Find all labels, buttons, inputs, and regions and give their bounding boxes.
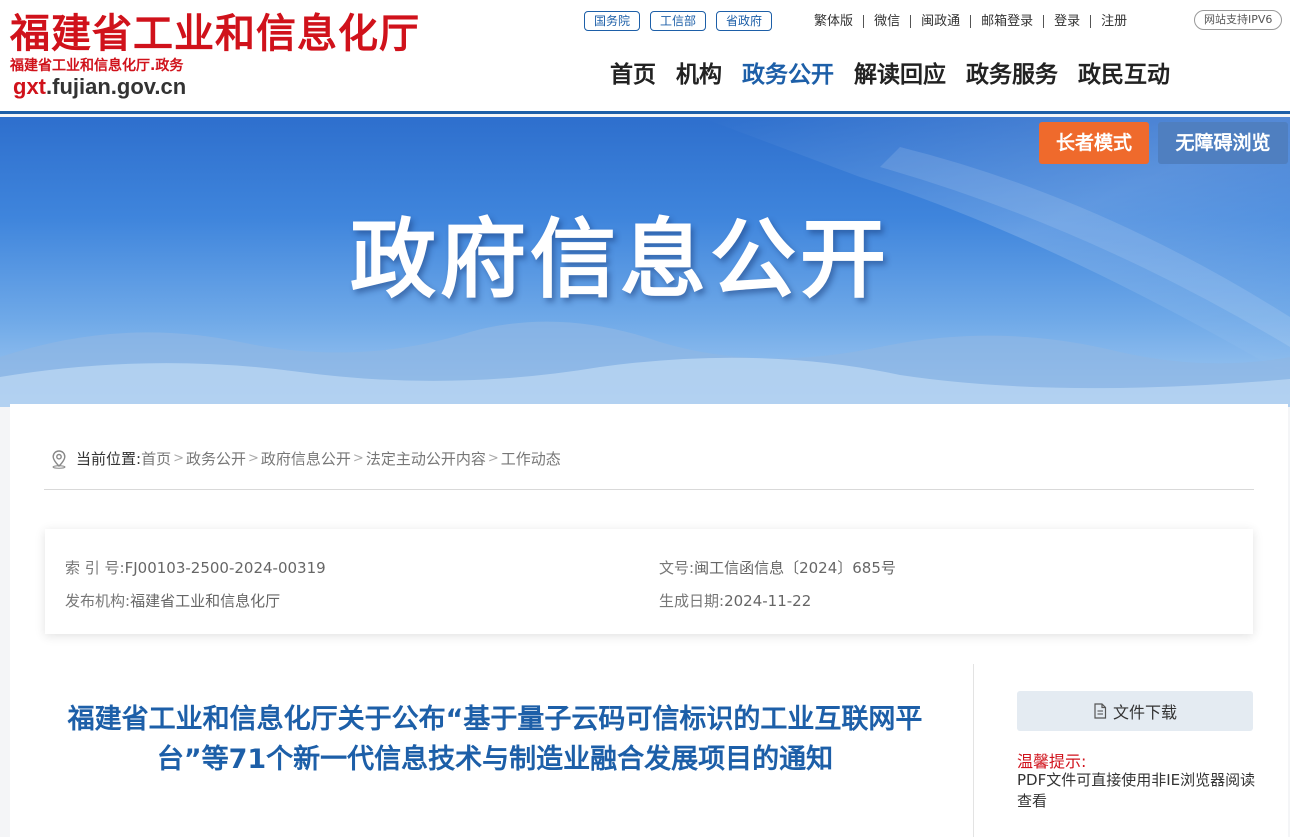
link-minzhengtong[interactable]: 闽政通 <box>911 14 972 28</box>
meta-date-value: 2024-11-22 <box>724 592 812 610</box>
breadcrumb-separator: > <box>173 451 184 466</box>
logo-domain: gxt.fujian.gov.cn <box>13 74 420 100</box>
file-download-label: 文件下载 <box>1112 703 1177 722</box>
document-meta-box: 索 引 号:FJ00103-2500-2024-00319 文号:闽工信函信息〔… <box>45 529 1253 634</box>
logo-domain-prefix: gxt <box>13 74 46 99</box>
meta-index-label: 索 引 号: <box>65 559 125 577</box>
meta-date: 生成日期:2024-11-22 <box>659 590 811 611</box>
breadcrumb-home[interactable]: 首页 <box>141 448 171 469</box>
banner-title: 政府信息公开 <box>350 210 890 310</box>
meta-doc-label: 文号: <box>659 559 695 577</box>
link-wechat[interactable]: 微信 <box>864 14 912 28</box>
site-header: 福建省工业和信息化厅 福建省工业和信息化厅.政务 gxt.fujian.gov.… <box>0 0 1290 114</box>
breadcrumb-government-affairs[interactable]: 政务公开 <box>186 448 246 469</box>
nav-interaction[interactable]: 政民互动 <box>1078 58 1170 92</box>
tip-text: PDF文件可直接使用非IE浏览器阅读查看 <box>1017 771 1256 810</box>
breadcrumb-label: 当前位置: <box>76 450 142 468</box>
link-traditional-chinese[interactable]: 繁体版 <box>804 14 865 28</box>
nav-home[interactable]: 首页 <box>610 58 656 92</box>
column-divider <box>973 664 974 837</box>
meta-publisher-value: 福建省工业和信息化厅 <box>130 592 281 610</box>
site-logo[interactable]: 福建省工业和信息化厅 福建省工业和信息化厅.政务 gxt.fujian.gov.… <box>10 10 420 100</box>
nav-services[interactable]: 政务服务 <box>966 58 1058 92</box>
logo-domain-rest: .fujian.gov.cn <box>46 74 187 99</box>
ipv6-badge: 网站支持IPV6 <box>1194 10 1283 30</box>
banner: 政府信息公开 长者模式 无障碍浏览 <box>0 117 1290 407</box>
nav-organization[interactable]: 机构 <box>676 58 722 92</box>
accessibility-button[interactable]: 无障碍浏览 <box>1158 122 1288 164</box>
meta-publisher: 发布机构:福建省工业和信息化厅 <box>65 590 280 611</box>
breadcrumb-info-disclosure[interactable]: 政府信息公开 <box>261 448 351 469</box>
logo-subtitle: 福建省工业和信息化厅.政务 <box>10 58 184 74</box>
nav-government-affairs[interactable]: 政务公开 <box>742 58 834 92</box>
meta-index: 索 引 号:FJ00103-2500-2024-00319 <box>65 557 326 578</box>
meta-date-label: 生成日期: <box>659 592 725 610</box>
link-state-council[interactable]: 国务院 <box>584 11 641 31</box>
tip-title: 温馨提示: <box>1017 752 1087 771</box>
breadcrumb-work-news[interactable]: 工作动态 <box>501 448 561 469</box>
content-panel: 当前位置: 首页 > 政务公开 > 政府信息公开 > 法定主动公开内容 > 工作… <box>10 404 1288 837</box>
article-title: 福建省工业和信息化厅关于公布“基于量子云码可信标识的工业互联网平台”等71个新一… <box>67 704 923 775</box>
meta-doc-value: 闽工信函信息〔2024〕685号 <box>694 559 896 577</box>
document-icon <box>1094 703 1107 719</box>
meta-index-value: FJ00103-2500-2024-00319 <box>124 559 326 577</box>
link-mail-login[interactable]: 邮箱登录 <box>971 14 1045 28</box>
file-download-button[interactable]: 文件下载 <box>1017 691 1253 731</box>
breadcrumb-separator: > <box>248 451 259 466</box>
breadcrumb-divider <box>44 489 1254 490</box>
breadcrumb-separator: > <box>352 451 364 466</box>
main-nav: 首页 机构 政务公开 解读回应 政务服务 政民互动 <box>600 58 1180 92</box>
breadcrumb-separator: > <box>487 451 499 466</box>
link-register[interactable]: 注册 <box>1091 15 1137 28</box>
link-province-gov[interactable]: 省政府 <box>716 11 773 31</box>
top-links-bar: 国务院 工信部 省政府 繁体版 微信 闽政通 邮箱登录 登录 注册 <box>584 10 1137 32</box>
logo-title: 福建省工业和信息化厅 <box>10 10 420 57</box>
nav-interpretation[interactable]: 解读回应 <box>854 58 946 92</box>
breadcrumb-statutory-content[interactable]: 法定主动公开内容 <box>366 448 486 469</box>
location-icon <box>52 449 66 469</box>
utility-links: 繁体版 微信 闽政通 邮箱登录 登录 注册 <box>804 14 1137 28</box>
meta-publisher-label: 发布机构: <box>65 592 131 610</box>
meta-doc-number: 文号:闽工信函信息〔2024〕685号 <box>659 557 896 578</box>
elder-mode-button[interactable]: 长者模式 <box>1039 122 1149 164</box>
breadcrumb: 当前位置: 首页 > 政务公开 > 政府信息公开 > 法定主动公开内容 > 工作… <box>50 448 561 469</box>
link-miit[interactable]: 工信部 <box>650 11 707 31</box>
link-login[interactable]: 登录 <box>1044 14 1092 28</box>
